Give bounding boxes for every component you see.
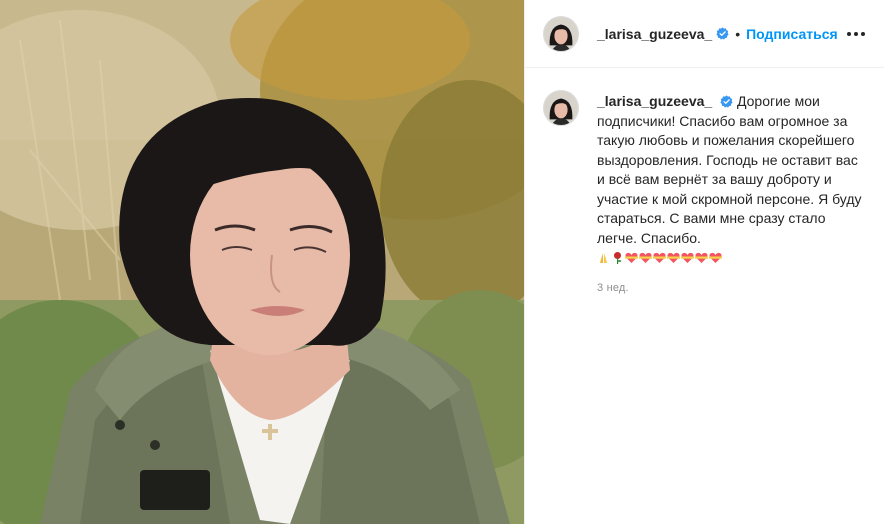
rose-icon <box>611 250 624 264</box>
heart-ribbon-icon <box>625 250 638 263</box>
avatar-image <box>544 16 578 51</box>
comments-section: _larisa_guzeeva_ Дорогие мои подписчики!… <box>525 68 884 524</box>
caption-body: _larisa_guzeeva_ Дорогие мои подписчики!… <box>597 92 868 268</box>
caption-author-avatar[interactable] <box>543 90 579 126</box>
avatar-image <box>544 91 578 125</box>
more-dot <box>861 31 865 36</box>
header-separator: • <box>735 25 741 42</box>
heart-ribbon-icon <box>681 250 694 263</box>
author-username[interactable]: _larisa_guzeeva_ <box>597 26 712 42</box>
caption-emojis <box>597 250 722 264</box>
heart-ribbon-icon <box>653 250 666 263</box>
follow-button[interactable]: Подписаться <box>746 26 838 42</box>
heart-ribbon-icon <box>639 250 652 263</box>
heart-ribbon-icon <box>695 250 708 263</box>
caption-username[interactable]: _larisa_guzeeva_ <box>597 93 712 109</box>
author-avatar[interactable] <box>543 15 579 52</box>
heart-ribbon-icon <box>709 250 722 263</box>
post-side-panel: _larisa_guzeeva_ • Подписаться _larisa_g… <box>524 0 884 524</box>
more-dot <box>854 31 858 36</box>
heart-ribbon-icon <box>667 250 680 263</box>
post-photo[interactable] <box>0 0 524 524</box>
more-options-icon[interactable] <box>844 22 868 46</box>
post-photo-illustration <box>0 0 524 524</box>
verified-badge-icon <box>720 95 733 108</box>
folded-hands-icon <box>597 250 610 263</box>
post-caption: _larisa_guzeeva_ Дорогие мои подписчики!… <box>543 90 868 268</box>
instagram-post: _larisa_guzeeva_ • Подписаться _larisa_g… <box>0 0 884 524</box>
more-dot <box>847 31 851 36</box>
caption-text: Дорогие мои подписчики! Спасибо вам огро… <box>597 93 866 246</box>
post-header: _larisa_guzeeva_ • Подписаться <box>525 0 884 68</box>
verified-badge-icon <box>716 27 729 40</box>
post-timestamp[interactable]: 3 нед. <box>597 282 868 294</box>
